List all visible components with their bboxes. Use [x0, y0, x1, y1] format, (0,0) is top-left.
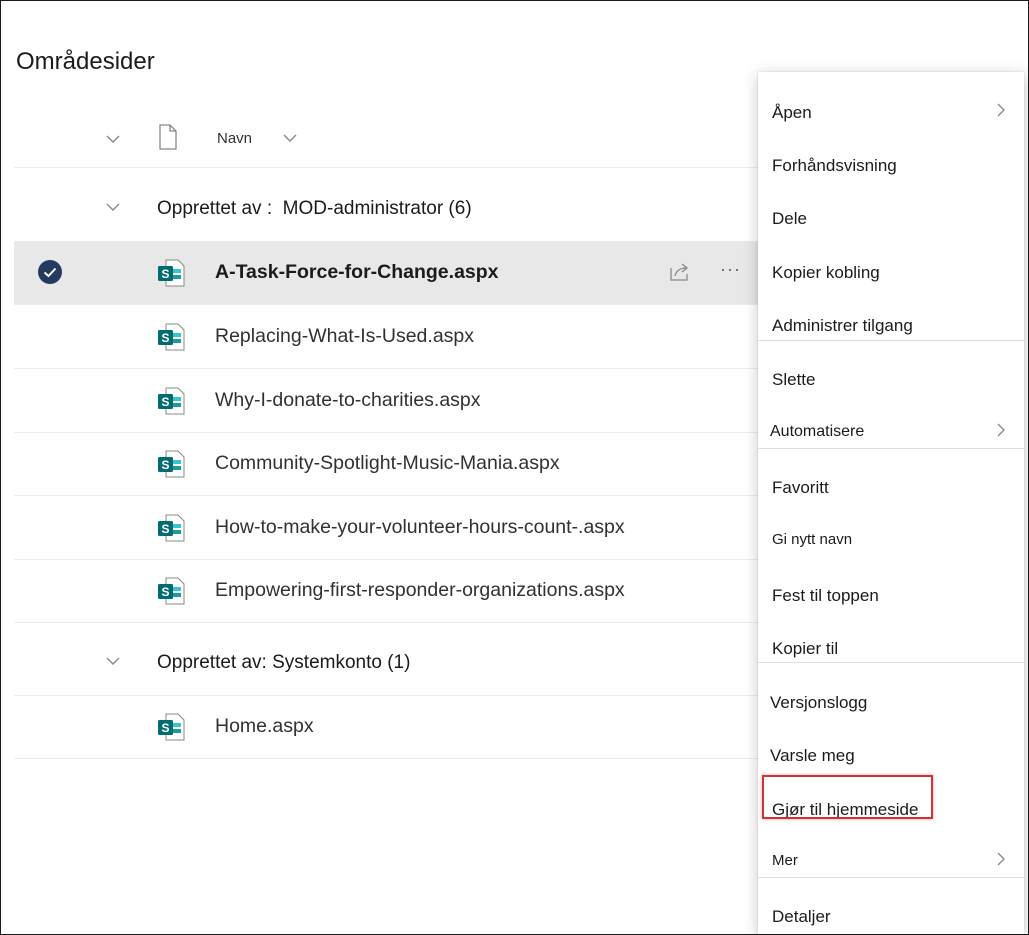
menu-item-label: Favoritt — [772, 478, 829, 497]
menu-item-rename[interactable]: Gi nytt navn — [758, 513, 1024, 566]
menu-item-label: Forhåndsvisning — [772, 156, 897, 175]
svg-text:S: S — [161, 395, 169, 409]
menu-item-label: Kopier til — [772, 639, 839, 658]
chevron-right-icon — [997, 423, 1005, 437]
file-name[interactable]: Empowering-first-responder-organizations… — [215, 579, 625, 602]
sharepoint-page-icon: S — [158, 713, 185, 741]
menu-item-label: Varsle meg — [770, 746, 855, 765]
file-name[interactable]: How-to-make-your-volunteer-hours-count-.… — [215, 516, 625, 539]
menu-item-alert-me[interactable]: Varsle meg — [758, 728, 1024, 781]
sharepoint-page-icon: S — [158, 577, 185, 605]
page-title: Områdesider — [16, 48, 155, 75]
collapse-all-chevron-icon[interactable] — [102, 128, 124, 150]
menu-item-delete[interactable]: Slette — [758, 352, 1024, 405]
menu-item-label: Versjonslogg — [770, 693, 868, 712]
menu-item-open[interactable]: Åpen — [758, 85, 1024, 138]
menu-divider — [758, 877, 1024, 878]
menu-item-copy-link[interactable]: Kopier kobling — [758, 245, 1024, 298]
svg-text:S: S — [161, 585, 169, 599]
checkmark-circle-icon[interactable] — [37, 259, 63, 285]
menu-divider — [758, 448, 1024, 449]
menu-item-label: Detaljer — [772, 907, 831, 926]
menu-item-preview[interactable]: Forhåndsvisning — [758, 138, 1024, 191]
file-name[interactable]: Why-I-donate-to-charities.aspx — [215, 389, 481, 412]
file-name[interactable]: Replacing-What-Is-Used.aspx — [215, 325, 474, 348]
sharepoint-page-icon: S — [158, 450, 185, 478]
menu-item-details[interactable]: Detaljer — [758, 889, 1024, 935]
menu-item-pin-to-top[interactable]: Fest til toppen — [758, 568, 1024, 621]
menu-divider — [758, 340, 1024, 341]
file-name[interactable]: Community-Spotlight-Music-Mania.aspx — [215, 452, 560, 475]
menu-item-automate[interactable]: Automatisere — [758, 405, 1024, 458]
column-header-name[interactable]: Navn — [217, 130, 252, 147]
svg-text:S: S — [161, 331, 169, 345]
chevron-right-icon — [997, 103, 1005, 117]
highlight-box — [762, 775, 933, 819]
group-collapse-chevron-icon[interactable] — [102, 650, 124, 672]
menu-divider — [758, 662, 1024, 663]
menu-item-more[interactable]: Mer — [758, 834, 1024, 887]
menu-item-label: Mer — [772, 852, 798, 869]
sharepoint-page-icon: S — [158, 259, 185, 287]
group-title: Opprettet av : MOD-administrator (6) — [157, 198, 472, 219]
menu-item-label: Kopier kobling — [772, 263, 880, 282]
sharepoint-page-icon: S — [158, 323, 185, 351]
share-icon[interactable] — [666, 259, 692, 285]
group-title: Opprettet av: Systemkonto (1) — [157, 652, 411, 673]
more-options-icon[interactable]: ··· — [720, 259, 744, 283]
file-name[interactable]: A-Task-Force-for-Change.aspx — [215, 261, 499, 284]
menu-item-label: Slette — [772, 370, 816, 389]
chevron-right-icon — [997, 852, 1005, 866]
svg-text:S: S — [161, 522, 169, 536]
file-name[interactable]: Home.aspx — [215, 715, 314, 738]
svg-text:S: S — [161, 267, 169, 281]
menu-item-label: Administrer tilgang — [772, 316, 913, 335]
sharepoint-page-icon: S — [158, 514, 185, 542]
menu-item-label: Dele — [772, 209, 807, 228]
menu-item-label: Automatisere — [770, 423, 865, 440]
menu-item-label: Gi nytt navn — [772, 531, 853, 548]
file-type-icon — [159, 124, 177, 150]
menu-item-favorite[interactable]: Favoritt — [758, 460, 1024, 513]
svg-text:S: S — [161, 721, 169, 735]
menu-item-copy-to[interactable]: Kopier til — [758, 621, 1024, 674]
menu-item-share[interactable]: Dele — [758, 191, 1024, 244]
menu-item-version-history[interactable]: Versjonslogg — [758, 675, 1024, 728]
group-collapse-chevron-icon[interactable] — [102, 196, 124, 218]
menu-item-label: Fest til toppen — [772, 586, 879, 605]
sharepoint-page-icon: S — [158, 387, 185, 415]
svg-text:S: S — [161, 458, 169, 472]
menu-item-manage-access[interactable]: Administrer tilgang — [758, 298, 1024, 351]
menu-item-label: Åpen — [772, 103, 812, 122]
sort-chevron-down-icon[interactable] — [280, 128, 300, 148]
